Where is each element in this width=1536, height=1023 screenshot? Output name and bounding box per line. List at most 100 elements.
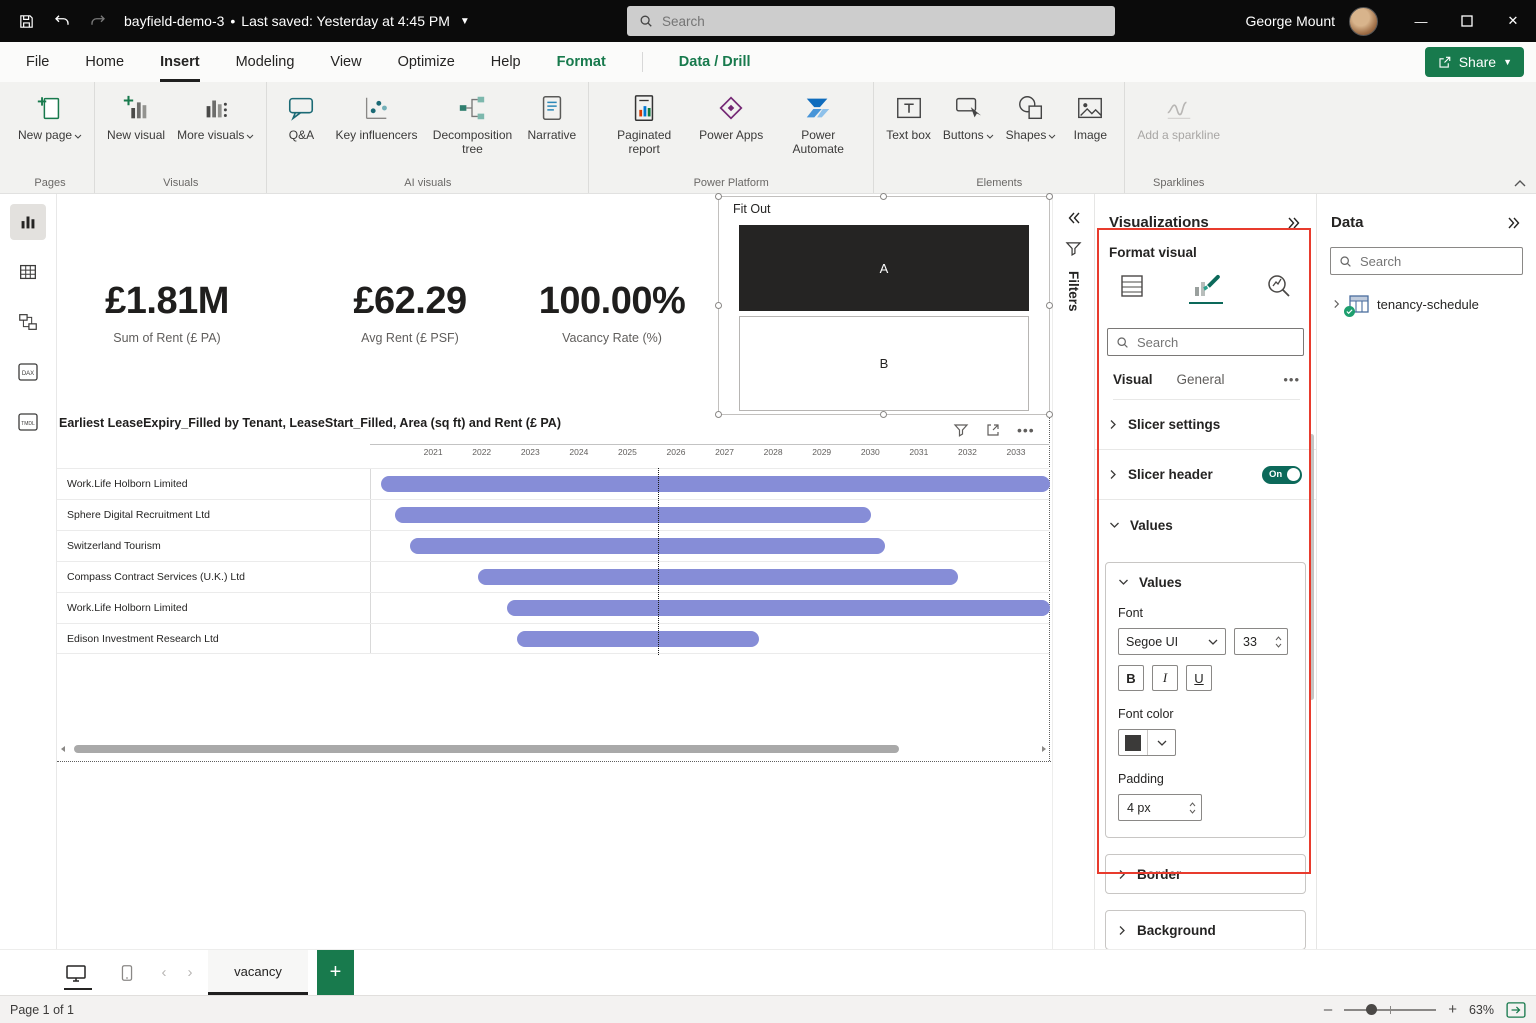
underline-button[interactable]: U (1186, 665, 1212, 691)
format-search-input[interactable] (1137, 335, 1295, 350)
shapes-button[interactable]: Shapes (1002, 90, 1061, 145)
zoom-slider[interactable] (1344, 1009, 1436, 1011)
chevron-right-icon[interactable] (1333, 299, 1341, 309)
menu-home[interactable]: Home (85, 42, 124, 82)
tabs-more-icon[interactable]: ••• (1283, 372, 1300, 387)
global-search-input[interactable] (662, 14, 1103, 29)
resize-handle[interactable] (1046, 411, 1053, 418)
new-visual-button[interactable]: New visual (103, 90, 169, 145)
decomposition-tree-button[interactable]: Decomposition tree (425, 90, 519, 159)
table-tree-item[interactable]: tenancy-schedule (1333, 295, 1536, 313)
dax-query-view-button[interactable]: DAX (10, 354, 46, 390)
zoom-out-button[interactable]: – (1324, 1001, 1332, 1018)
padding-stepper[interactable]: 4 px (1118, 794, 1202, 821)
italic-button[interactable]: I (1152, 665, 1178, 691)
data-search-input[interactable] (1360, 254, 1514, 269)
gantt-bar[interactable] (395, 507, 870, 523)
gantt-bar[interactable] (381, 476, 1050, 492)
scrollbar-thumb[interactable] (74, 745, 899, 753)
power-automate-button[interactable]: Power Automate (771, 90, 865, 159)
slicer-option-b[interactable]: B (739, 316, 1029, 411)
menu-insert[interactable]: Insert (160, 42, 200, 82)
paginated-report-button[interactable]: Paginated report (597, 90, 691, 159)
menu-optimize[interactable]: Optimize (398, 42, 455, 82)
zoom-slider-thumb[interactable] (1366, 1004, 1377, 1015)
slicer-option-a[interactable]: A (739, 225, 1029, 311)
gantt-chart[interactable]: 2021202220232024202520262027202820292030… (57, 440, 1050, 662)
gantt-bar[interactable] (517, 631, 760, 647)
format-visual-icon[interactable] (1189, 270, 1223, 304)
global-search[interactable] (627, 6, 1115, 36)
analytics-icon[interactable] (1262, 270, 1296, 304)
font-color-picker[interactable] (1118, 729, 1176, 756)
kpi-card-sum-of-rent[interactable]: £1.81M Sum of Rent (£ PA) (77, 280, 257, 345)
font-size-stepper[interactable]: 33 (1234, 628, 1288, 655)
section-border[interactable]: Border (1105, 854, 1306, 894)
filter-icon[interactable] (953, 422, 969, 438)
resize-handle[interactable] (1046, 193, 1053, 200)
tab-visual[interactable]: Visual (1113, 372, 1153, 387)
minimize-button[interactable]: — (1398, 0, 1444, 42)
power-apps-button[interactable]: Power Apps (695, 90, 767, 145)
resize-handle[interactable] (880, 193, 887, 200)
menu-modeling[interactable]: Modeling (236, 42, 295, 82)
narrative-button[interactable]: Narrative (523, 90, 580, 145)
section-slicer-header[interactable]: Slicer header On (1095, 450, 1316, 500)
resize-handle[interactable] (1046, 302, 1053, 309)
menu-help[interactable]: Help (491, 42, 521, 82)
new-page-button[interactable]: New page (14, 90, 86, 145)
menu-file[interactable]: File (26, 42, 49, 82)
text-box-button[interactable]: Text box (882, 90, 935, 145)
report-view-button[interactable] (10, 204, 46, 240)
table-view-button[interactable] (10, 254, 46, 290)
close-button[interactable]: ✕ (1490, 0, 1536, 42)
values-card-header[interactable]: Values (1118, 575, 1293, 590)
zoom-in-button[interactable]: + (1448, 1001, 1457, 1018)
mobile-layout-icon[interactable] (112, 950, 142, 995)
tab-general[interactable]: General (1177, 372, 1225, 387)
resize-handle[interactable] (880, 411, 887, 418)
section-slicer-settings[interactable]: Slicer settings (1095, 400, 1316, 450)
menu-view[interactable]: View (330, 42, 361, 82)
share-dropdown-icon[interactable]: ▼ (1503, 57, 1512, 67)
gantt-bar[interactable] (410, 538, 885, 554)
canvas-horizontal-scrollbar[interactable] (59, 743, 1048, 755)
gantt-bar[interactable] (507, 600, 1050, 616)
resize-handle[interactable] (715, 193, 722, 200)
gantt-bar[interactable] (478, 569, 958, 585)
slicer-header-toggle[interactable]: On (1262, 466, 1302, 484)
user-name[interactable]: George Mount (1246, 13, 1336, 29)
more-visuals-button[interactable]: More visuals (173, 90, 258, 145)
tmdl-view-button[interactable]: TMDL (10, 404, 46, 440)
pane-scrollbar[interactable] (1309, 434, 1314, 700)
section-background[interactable]: Background (1105, 910, 1306, 950)
section-values[interactable]: Values (1095, 500, 1316, 550)
data-search[interactable] (1330, 247, 1523, 275)
model-view-button[interactable] (10, 304, 46, 340)
new-page-tab-button[interactable]: + (317, 950, 354, 995)
resize-handle[interactable] (715, 302, 722, 309)
collapse-ribbon-icon[interactable] (1514, 179, 1526, 187)
qa-button[interactable]: Q&A (275, 90, 327, 145)
document-title[interactable]: bayfield-demo-3 • Last saved: Yesterday … (124, 13, 470, 29)
key-influencers-button[interactable]: Key influencers (331, 90, 421, 145)
kpi-card-avg-rent[interactable]: £62.29 Avg Rent (£ PSF) (320, 280, 500, 345)
slicer-visual-fit-out[interactable]: Fit Out A B (718, 196, 1050, 415)
fit-to-page-icon[interactable] (1506, 1002, 1526, 1018)
buttons-button[interactable]: Buttons (939, 90, 998, 145)
image-button[interactable]: Image (1064, 90, 1116, 145)
save-icon[interactable] (16, 11, 36, 31)
filters-pane-collapsed[interactable]: Filters (1052, 194, 1094, 949)
focus-mode-icon[interactable] (985, 422, 1001, 438)
maximize-button[interactable] (1444, 0, 1490, 42)
more-options-icon[interactable]: ••• (1017, 422, 1035, 438)
avatar[interactable] (1349, 7, 1378, 36)
resize-handle[interactable] (715, 411, 722, 418)
undo-icon[interactable] (52, 11, 72, 31)
menu-data-drill[interactable]: Data / Drill (679, 42, 751, 82)
bold-button[interactable]: B (1118, 665, 1144, 691)
share-button[interactable]: Share ▼ (1425, 47, 1524, 77)
expand-filters-icon[interactable] (1066, 210, 1082, 226)
zoom-level[interactable]: 63% (1469, 1003, 1494, 1017)
font-family-select[interactable]: Segoe UI (1118, 628, 1226, 655)
